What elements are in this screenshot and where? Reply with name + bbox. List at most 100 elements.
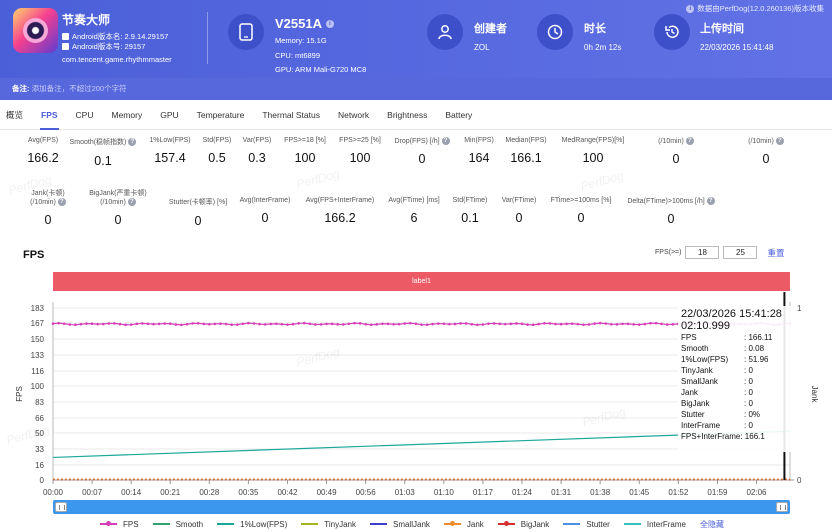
series-fps-point [325,322,328,326]
tooltip-row: TinyJank: 0 [681,366,753,375]
y-tick-label: 33 [35,445,44,454]
legend-item-smalljank[interactable]: SmallJank [369,520,430,529]
tooltip-row: BigJank: 0 [681,399,753,408]
series-fps-point [258,322,261,326]
legend-swatch [443,521,461,526]
series-fps-point [604,322,608,325]
y-tick-label: 116 [31,367,44,376]
series-fps-point [269,322,273,326]
series-fps-point [615,323,619,326]
series-fps-point [291,322,295,326]
legend-swatch [100,521,117,526]
x-tick-label: 01:59 [707,488,728,497]
series-fps-point [85,322,88,325]
range-handle-left[interactable] [55,502,67,512]
y-tick-label: 50 [35,429,44,438]
legend-item-stutter[interactable]: Stutter [563,520,610,529]
legend-swatch [623,523,641,525]
series-fps-point [275,322,278,326]
series-fps-point [643,322,647,326]
series-fps-point [414,322,418,326]
legend-item-fps[interactable]: FPS [100,520,139,529]
tooltip-row: Jank: 0 [681,388,753,397]
series-fps-point [431,322,434,326]
tooltip-time-ms: 02:10.999 [681,320,730,332]
legend-swatch [369,523,387,525]
y-tick-label: 183 [31,304,45,313]
series-fps-point [364,322,367,326]
series-fps-point [621,322,624,326]
tooltip-row: FPS: 166.11 [681,333,773,342]
series-fps-point [403,322,407,325]
series-fps-point [224,322,228,326]
series-fps-point [90,322,94,326]
legend-swatch [563,523,581,525]
series-fps-point [135,322,139,326]
series-fps-point [409,321,412,325]
series-fps-point [459,322,462,325]
series-fps-point [347,322,351,326]
fps-chart[interactable]: 0 16 33 50 66 83 100 116 133 150 167 183 0 1 00:00 00:… [0,0,832,532]
series-fps-point [157,322,161,326]
series-fps-point [665,323,669,326]
hide-all-button[interactable]: 全隐藏 [700,519,724,530]
x-tick-label: 00:14 [121,488,142,497]
legend-item-1-low-fps[interactable]: 1%Low(FPS) [217,520,287,529]
series-fps-point [208,322,211,326]
series-fps-point [314,323,317,326]
series-fps-point [180,323,183,327]
x-tick-label: 01:03 [395,488,416,497]
series-fps-point [515,322,518,325]
tooltip-row: Smooth: 0.08 [681,344,765,353]
series-fps-point [660,322,663,326]
x-tick-label: 01:17 [473,488,494,497]
y-tick-label: 100 [31,382,45,391]
series-fps-point [57,321,60,325]
tooltip-row: Stutter: 0% [681,410,761,419]
series-fps-point [476,323,479,327]
legend-item-jank[interactable]: Jank [443,520,484,529]
series-fps-point [436,322,440,325]
series-fps-point [353,321,356,325]
series-fps-point [113,322,116,325]
series-fps-point [570,322,574,325]
series-fps-point [308,322,312,326]
series-fps-point [503,322,507,326]
series-fps-point [369,323,373,327]
series-fps-point [392,322,395,326]
series-fps-point [582,323,585,327]
tooltip-row: SmallJank: 0 [681,377,753,386]
series-fps-point [219,322,222,325]
series-fps-point [146,322,150,326]
x-tick-label: 01:38 [590,488,611,497]
tooltip-row: 1%Low(FPS): 51.96 [681,355,769,364]
legend-swatch [497,521,515,526]
series-fps-point [118,322,122,326]
series-fps-point [280,322,284,326]
series-fps-point [386,322,390,326]
series-fps-point [124,323,127,327]
series-fps-point [381,322,384,326]
legend-item-interframe[interactable]: InterFrame [623,520,686,529]
series-fps-point [420,323,423,326]
range-handle-right[interactable] [776,502,788,512]
series-fps-point [96,322,99,326]
series-fps-point [263,323,267,326]
series-fps-point [213,322,217,326]
legend-item-tinyjank[interactable]: TinyJank [301,520,356,529]
y2-tick-label: 1 [797,304,802,313]
series-fps-point [543,322,546,325]
legend-swatch [217,523,235,525]
time-range-scrollbar[interactable] [53,500,790,514]
x-tick-label: 01:24 [512,488,533,497]
legend-item-smooth[interactable]: Smooth [152,520,203,529]
series-fps-point [448,322,451,326]
series-fps-point [598,321,602,325]
legend-item-bigjank[interactable]: BigJank [497,520,549,529]
series-fps-point [141,322,144,325]
series-fps-point [554,322,557,326]
series-fps-point [79,322,83,326]
x-tick-label: 00:56 [356,488,377,497]
y-tick-label: 83 [35,398,44,407]
series-fps-point [330,322,334,326]
